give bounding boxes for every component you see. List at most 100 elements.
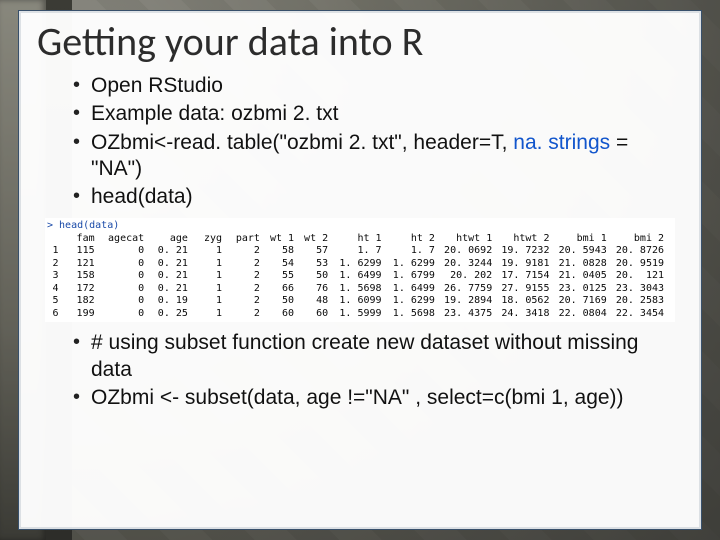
console-cell: 1 [197, 283, 231, 296]
console-cell: 2 [47, 258, 68, 271]
console-header-cell: wt 2 [303, 233, 337, 246]
console-cell: 0. 21 [153, 258, 197, 271]
console-header-cell [47, 233, 68, 246]
console-cell: 1. 5698 [391, 308, 444, 321]
console-cell: 6 [47, 308, 68, 321]
console-cell: 26. 7759 [444, 283, 501, 296]
console-cell: 20. 7169 [558, 295, 615, 308]
link-span: na. strings [513, 131, 610, 154]
console-cell: 1 [197, 270, 231, 283]
console-cell: 23. 3043 [616, 283, 673, 296]
console-header-cell: age [153, 233, 197, 246]
console-header-cell: part [231, 233, 269, 246]
bullets-bottom: # using subset function create new datas… [51, 330, 683, 411]
console-cell: 20. 3244 [444, 258, 501, 271]
console-cell: 20. 0692 [444, 245, 501, 258]
console-cell: 1. 6299 [337, 258, 390, 271]
console-cell: 2 [231, 308, 269, 321]
console-cell: 19. 2894 [444, 295, 501, 308]
console-cell: 22. 0804 [558, 308, 615, 321]
console-cell: 20. 2583 [616, 295, 673, 308]
console-header-cell: htwt 2 [501, 233, 558, 246]
console-cell: 20. 121 [616, 270, 673, 283]
console-cell: 182 [68, 295, 104, 308]
console-cell: 1. 6099 [337, 295, 390, 308]
console-cell: 172 [68, 283, 104, 296]
console-cell: 115 [68, 245, 104, 258]
console-cell: 23. 0125 [558, 283, 615, 296]
console-cell: 0. 21 [153, 270, 197, 283]
console-header-cell: bmi 1 [558, 233, 615, 246]
console-cell: 21. 0828 [558, 258, 615, 271]
console-cell: 0 [104, 270, 154, 283]
console-cell: 2 [231, 295, 269, 308]
console-cell: 1. 6799 [391, 270, 444, 283]
console-cell: 58 [269, 245, 303, 258]
console-cell: 24. 3418 [501, 308, 558, 321]
console-cell: 66 [269, 283, 303, 296]
console-cell: 1 [47, 245, 68, 258]
console-header-cell: bmi 2 [616, 233, 673, 246]
bullet-item: OZbmi<-read. table("ozbmi 2. txt", heade… [91, 130, 683, 183]
console-header-cell: wt 1 [269, 233, 303, 246]
console-cell: 53 [303, 258, 337, 271]
console-header-cell: zyg [197, 233, 231, 246]
console-cell: 4 [47, 283, 68, 296]
console-cell: 121 [68, 258, 104, 271]
console-cell: 18. 0562 [501, 295, 558, 308]
console-cell: 1. 6499 [337, 270, 390, 283]
console-cell: 1. 5698 [337, 283, 390, 296]
console-cell: 55 [269, 270, 303, 283]
console-cell: 0. 21 [153, 245, 197, 258]
bullets-top: Open RStudio Example data: ozbmi 2. txt … [51, 73, 683, 210]
console-cell: 199 [68, 308, 104, 321]
bullet-item: head(data) [91, 184, 683, 210]
console-cell: 0. 19 [153, 295, 197, 308]
console-cell: 2 [231, 283, 269, 296]
console-cell: 0 [104, 245, 154, 258]
console-cell: 21. 0405 [558, 270, 615, 283]
slide-card: Getting your data into R Open RStudio Ex… [18, 10, 702, 530]
bullet-item: # using subset function create new datas… [91, 330, 683, 383]
console-cell: 19. 7232 [501, 245, 558, 258]
console-cell: 2 [231, 258, 269, 271]
console-cell: 2 [231, 245, 269, 258]
console-header-cell: fam [68, 233, 104, 246]
console-cell: 1. 6299 [391, 258, 444, 271]
console-cell: 1. 6499 [391, 283, 444, 296]
console-cell: 50 [303, 270, 337, 283]
console-cell: 19. 9181 [501, 258, 558, 271]
console-cell: 22. 3454 [616, 308, 673, 321]
bullet-item: Open RStudio [91, 73, 683, 99]
console-cell: 17. 7154 [501, 270, 558, 283]
r-console-output: > head(data)famagecatagezygpartwt 1wt 2h… [45, 218, 675, 322]
console-cell: 23. 4375 [444, 308, 501, 321]
bullet-item: OZbmi <- subset(data, age !="NA" , selec… [91, 385, 683, 411]
console-cell: 1. 5999 [337, 308, 390, 321]
console-cell: 0 [104, 295, 154, 308]
console-cell: 1. 7 [391, 245, 444, 258]
console-cell: 20. 8726 [616, 245, 673, 258]
console-cell: 0 [104, 283, 154, 296]
console-cell: 20. 5943 [558, 245, 615, 258]
console-cell: 3 [47, 270, 68, 283]
console-cell: 20. 202 [444, 270, 501, 283]
console-header-cell: htwt 1 [444, 233, 501, 246]
console-cell: 0 [104, 308, 154, 321]
console-cell: 20. 9519 [616, 258, 673, 271]
console-cell: 1 [197, 308, 231, 321]
console-prompt: > head(data) [47, 220, 673, 233]
console-cell: 0 [104, 258, 154, 271]
console-cell: 0. 21 [153, 283, 197, 296]
console-cell: 1 [197, 245, 231, 258]
console-cell: 76 [303, 283, 337, 296]
console-cell: 60 [269, 308, 303, 321]
console-header-cell: ht 2 [391, 233, 444, 246]
console-cell: 54 [269, 258, 303, 271]
console-cell: 0. 25 [153, 308, 197, 321]
console-header-cell: agecat [104, 233, 154, 246]
console-cell: 50 [269, 295, 303, 308]
console-cell: 1 [197, 295, 231, 308]
console-header-cell: ht 1 [337, 233, 390, 246]
console-cell: 57 [303, 245, 337, 258]
